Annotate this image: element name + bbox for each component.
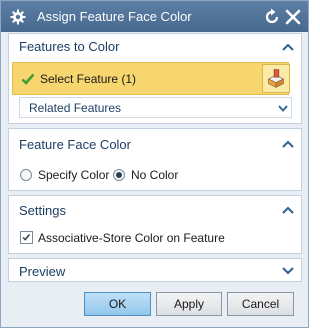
chevron-down-icon[interactable] bbox=[278, 105, 288, 112]
reset-icon[interactable] bbox=[263, 8, 281, 26]
apply-button[interactable]: Apply bbox=[156, 292, 222, 316]
associative-store-checkbox[interactable] bbox=[20, 231, 33, 244]
specify-color-radio[interactable] bbox=[20, 169, 32, 181]
related-features-row[interactable]: Related Features bbox=[19, 97, 292, 118]
chevron-up-icon[interactable] bbox=[282, 140, 294, 148]
no-color-label[interactable]: No Color bbox=[131, 168, 178, 182]
cancel-button[interactable]: Cancel bbox=[227, 292, 294, 316]
feature-icon bbox=[267, 69, 285, 88]
settings-title[interactable]: Settings bbox=[19, 203, 66, 218]
no-color-radio[interactable] bbox=[113, 169, 125, 181]
ok-button[interactable]: OK bbox=[84, 292, 151, 316]
chevron-up-icon[interactable] bbox=[282, 206, 294, 214]
preview-title[interactable]: Preview bbox=[19, 264, 65, 279]
feature-selection-button[interactable] bbox=[262, 64, 290, 93]
preview-section[interactable]: Preview bbox=[8, 258, 302, 282]
specify-color-label[interactable]: Specify Color bbox=[38, 168, 109, 182]
dialog-title: Assign Feature Face Color bbox=[37, 9, 192, 24]
related-features-label: Related Features bbox=[29, 101, 122, 115]
feature-face-color-title[interactable]: Feature Face Color bbox=[19, 137, 131, 152]
assign-feature-face-color-dialog: Assign Feature Face Color Features to Co… bbox=[0, 0, 309, 328]
chevron-up-icon[interactable] bbox=[282, 43, 294, 51]
close-icon[interactable] bbox=[284, 8, 302, 26]
check-icon bbox=[21, 73, 35, 85]
select-feature-label: Select Feature (1) bbox=[40, 72, 137, 86]
gear-icon bbox=[10, 9, 26, 25]
features-to-color-title[interactable]: Features to Color bbox=[19, 39, 119, 54]
select-feature-row[interactable]: Select Feature (1) bbox=[12, 62, 289, 95]
settings-section: Settings bbox=[8, 195, 302, 254]
associative-store-label[interactable]: Associative-Store Color on Feature bbox=[38, 231, 225, 245]
title-bar[interactable]: Assign Feature Face Color bbox=[1, 1, 308, 32]
chevron-down-icon[interactable] bbox=[282, 267, 294, 275]
checkmark-icon bbox=[22, 234, 31, 241]
